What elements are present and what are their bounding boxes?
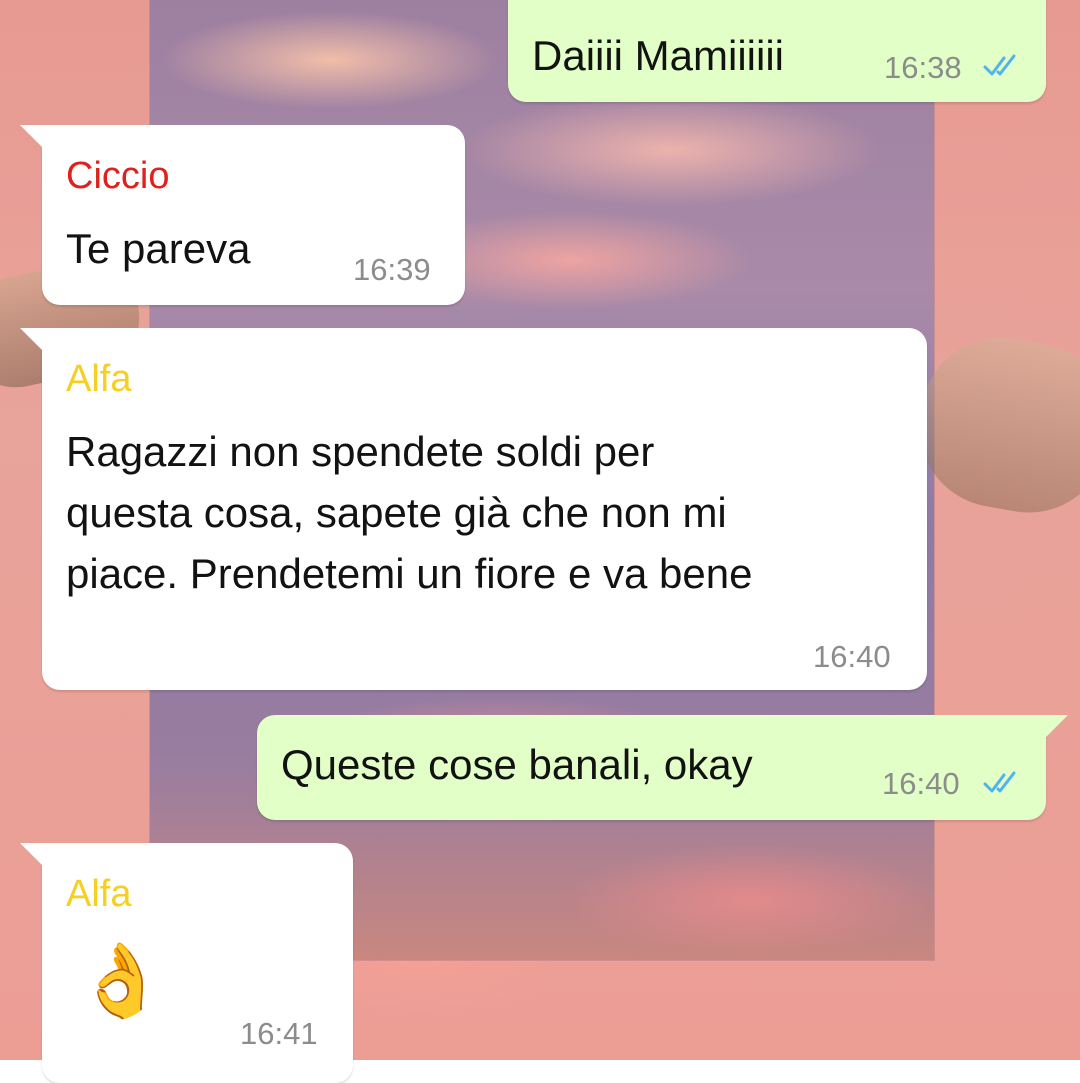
ok-hand-emoji: 👌 <box>76 941 166 1021</box>
outgoing-message-bubble[interactable]: Daiiii Mamiiiiii 16:38 <box>508 0 1046 102</box>
message-time: 16:40 <box>813 639 891 674</box>
message-time: 16:38 <box>884 50 962 85</box>
outgoing-message-bubble[interactable]: Queste cose banali, okay 16:40 <box>257 715 1068 820</box>
message-text: Daiiii Mamiiiiii <box>532 32 784 79</box>
sender-name: Ciccio <box>66 155 170 197</box>
sender-name: Alfa <box>66 873 132 915</box>
message-text-line: questa cosa, sapete già che non mi <box>66 489 727 536</box>
message-time: 16:41 <box>240 1016 318 1051</box>
message-text: Queste cose banali, okay <box>281 741 753 788</box>
incoming-message-bubble[interactable]: Alfa 👌 16:41 <box>20 843 353 1083</box>
incoming-message-bubble[interactable]: Alfa Ragazzi non spendete soldi per ques… <box>20 328 927 690</box>
sender-name: Alfa <box>66 358 132 400</box>
message-text-line: piace. Prendetemi un fiore e va bene <box>66 550 753 597</box>
incoming-message-bubble[interactable]: Ciccio Te pareva 16:39 <box>20 125 465 305</box>
message-time: 16:39 <box>353 252 431 287</box>
double-check-read-icon <box>983 771 1016 793</box>
message-time: 16:40 <box>882 766 960 801</box>
message-text: Te pareva <box>66 225 251 272</box>
message-text-line: Ragazzi non spendete soldi per <box>66 428 655 475</box>
double-check-read-icon <box>983 54 1016 76</box>
